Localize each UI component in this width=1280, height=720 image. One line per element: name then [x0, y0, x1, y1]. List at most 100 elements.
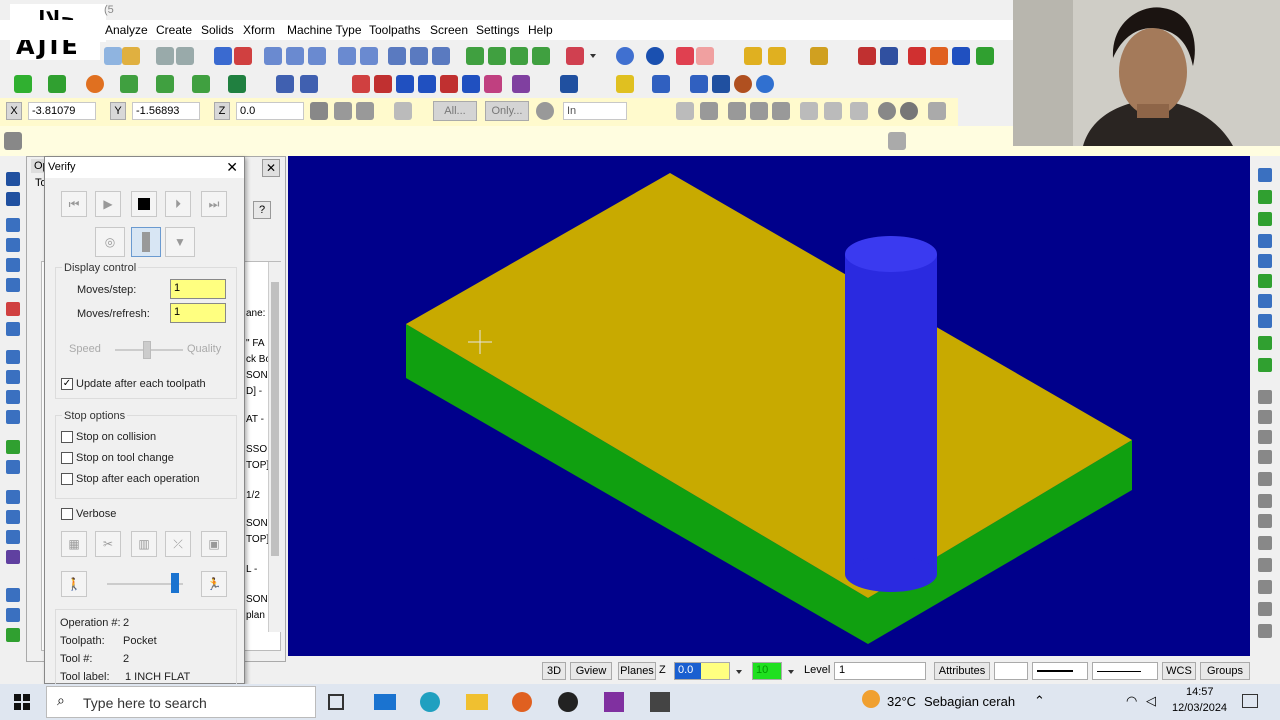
help-icon[interactable] — [888, 132, 906, 150]
tool-icon[interactable] — [6, 550, 20, 564]
wire-icon[interactable] — [696, 47, 714, 65]
step-forward-button[interactable]: ⏵ — [165, 191, 191, 217]
view-icon[interactable] — [1258, 168, 1272, 182]
view-front-icon[interactable] — [510, 47, 528, 65]
view-icon[interactable] — [1258, 494, 1272, 508]
stock-button[interactable]: ▦ — [61, 531, 87, 557]
view-icon[interactable] — [1258, 514, 1272, 528]
settings-gear-icon[interactable] — [536, 102, 554, 120]
firefox-icon[interactable] — [512, 692, 532, 712]
zoom-out-icon[interactable] — [308, 47, 326, 65]
compare-button[interactable]: ⤫ — [165, 531, 191, 557]
z-coord-input[interactable]: 0.0 — [236, 102, 304, 120]
notification-icon[interactable] — [1242, 694, 1258, 708]
view-icon[interactable] — [1258, 190, 1272, 204]
unzoom-icon[interactable] — [338, 47, 356, 65]
check-icon[interactable] — [850, 102, 868, 120]
tool-icon[interactable] — [6, 460, 20, 474]
rewind-button[interactable]: ⏮ — [61, 191, 87, 217]
trim-icon[interactable] — [276, 75, 294, 93]
fit-icon[interactable] — [214, 47, 232, 65]
tool-icon[interactable] — [6, 390, 20, 404]
tool-icon[interactable] — [6, 218, 20, 232]
verify-title-bar[interactable]: Verify ✕ — [45, 157, 244, 178]
grid-icon[interactable] — [880, 47, 898, 65]
chevron-down-icon[interactable] — [736, 670, 742, 674]
cancel-icon[interactable] — [878, 102, 896, 120]
view-icon[interactable] — [1258, 234, 1272, 248]
edit-icon[interactable] — [4, 132, 22, 150]
sigma-icon[interactable] — [952, 47, 970, 65]
line-style-dropdown[interactable] — [1032, 662, 1088, 680]
mirror-icon[interactable] — [908, 47, 926, 65]
help-icon[interactable] — [858, 47, 876, 65]
cut-button[interactable]: ✂ — [95, 531, 121, 557]
solid-tool-button[interactable] — [131, 227, 161, 257]
moves-step-input[interactable]: 1 — [170, 279, 226, 299]
post-icon[interactable] — [756, 75, 774, 93]
chevron-up-icon[interactable]: ⌃ — [1034, 693, 1045, 709]
mail-icon[interactable] — [374, 694, 396, 710]
view-icon[interactable] — [1258, 294, 1272, 308]
color-input[interactable]: 10 — [752, 662, 782, 680]
xform-rotate-icon[interactable] — [374, 75, 392, 93]
globe-icon[interactable] — [616, 47, 634, 65]
cube-icon[interactable] — [6, 172, 20, 186]
arrow-select-icon[interactable] — [676, 102, 694, 120]
view-icon[interactable] — [1258, 254, 1272, 268]
menu-solids[interactable]: Solids — [201, 23, 234, 37]
groups-button[interactable]: Groups — [1200, 662, 1250, 680]
cube-icon[interactable] — [6, 192, 20, 206]
obs-icon[interactable] — [558, 692, 578, 712]
menu-analyze[interactable]: Analyze — [105, 23, 148, 37]
mastercam-icon[interactable] — [650, 692, 670, 712]
spline-icon[interactable] — [156, 75, 174, 93]
open-icon[interactable] — [104, 47, 122, 65]
stop-button[interactable] — [131, 191, 157, 217]
tool-icon[interactable] — [6, 278, 20, 292]
pencil-alt-icon[interactable] — [768, 47, 786, 65]
zoom-target-icon[interactable] — [286, 47, 304, 65]
body-select-icon[interactable] — [750, 102, 768, 120]
chevron-down-icon[interactable] — [788, 670, 794, 674]
tool-icon[interactable] — [6, 608, 20, 622]
tool-icon[interactable] — [6, 490, 20, 504]
zoom-window-icon[interactable] — [264, 47, 282, 65]
point-icon[interactable] — [14, 75, 32, 93]
3d-button[interactable]: 3D — [542, 662, 566, 680]
chain-icon[interactable] — [432, 47, 450, 65]
wcs-button[interactable]: WCS — [1162, 662, 1196, 680]
walk-button[interactable]: 🚶 — [61, 571, 87, 597]
tool-icon[interactable] — [6, 440, 20, 454]
export-icon[interactable] — [976, 47, 994, 65]
backplot-icon[interactable] — [712, 75, 730, 93]
view-icon[interactable] — [1258, 450, 1272, 464]
mask-icon[interactable] — [356, 102, 374, 120]
chevron-down-icon[interactable] — [590, 54, 596, 58]
select-all-button[interactable]: All... — [433, 101, 477, 121]
solid-select-icon[interactable] — [700, 102, 718, 120]
view-icon[interactable] — [1258, 430, 1272, 444]
menu-create[interactable]: Create — [156, 23, 192, 37]
break-icon[interactable] — [300, 75, 318, 93]
select-only-button[interactable]: Only... — [485, 101, 529, 121]
bulb-icon[interactable] — [616, 75, 634, 93]
play-button[interactable]: ▶ — [95, 191, 121, 217]
sim-speed-thumb[interactable] — [171, 573, 179, 593]
menu-screen[interactable]: Screen — [430, 23, 468, 37]
loop-select-icon[interactable] — [800, 102, 818, 120]
arc-icon[interactable] — [86, 75, 104, 93]
view-icon[interactable] — [1258, 580, 1272, 594]
menu-settings[interactable]: Settings — [476, 23, 519, 37]
repaint-icon[interactable] — [234, 47, 252, 65]
redo-icon[interactable] — [176, 47, 194, 65]
xform-mirror-icon[interactable] — [418, 75, 436, 93]
solid-icon[interactable] — [228, 75, 246, 93]
tool-icon[interactable] — [6, 510, 20, 524]
note-icon[interactable] — [560, 75, 578, 93]
tool-icon[interactable] — [6, 322, 20, 336]
tool-icon[interactable] — [6, 410, 20, 424]
save-stl-button[interactable]: ▣ — [201, 531, 227, 557]
point-style-dropdown[interactable] — [994, 662, 1028, 680]
view-icon[interactable] — [1258, 410, 1272, 424]
